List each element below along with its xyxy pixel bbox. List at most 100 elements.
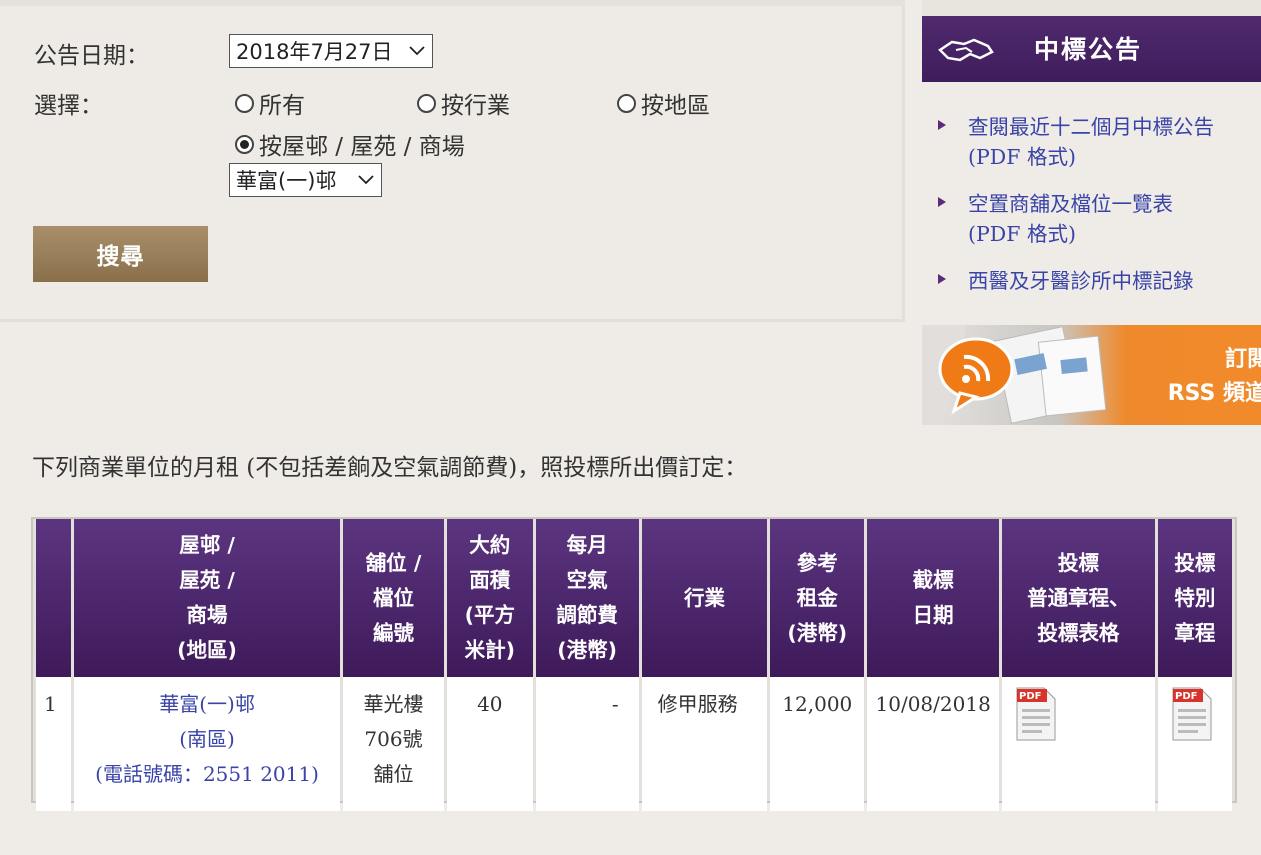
top-strip <box>0 0 905 6</box>
svg-text:PDF: PDF <box>1019 691 1041 702</box>
estate-link[interactable]: 華富(一)邨 <box>75 687 339 722</box>
header-no <box>36 519 72 677</box>
header-estate-line: 屋邨 / <box>179 533 235 557</box>
intro-text: 下列商業單位的月租 (不包括差餉及空氣調節費)，照投標所出價訂定： <box>32 455 748 481</box>
radio-estate[interactable]: 按屋邨 / 屋苑 / 商場 <box>235 127 465 161</box>
header-area: 大約 面積 (平方 米計) <box>447 519 533 677</box>
radio-all[interactable]: 所有 <box>235 86 305 120</box>
header-general-line: 普通章程、 <box>1027 585 1130 610</box>
header-special-line: 投標 <box>1174 550 1216 575</box>
sidebar-link-vacant-shops-line2: (PDF 格式) <box>968 222 1076 246</box>
sidebar-link-vacant-shops[interactable]: 空置商舖及檔位一覽表 (PDF 格式) <box>938 189 1173 249</box>
radio-estate-circle[interactable] <box>235 134 254 154</box>
header-area-line: 大約 <box>469 533 511 557</box>
header-rent: 參考 租金 (港幣) <box>770 519 865 677</box>
header-estate-line: 屋苑 / <box>179 568 235 592</box>
header-closing-line: 截標 <box>912 568 954 592</box>
date-select[interactable]: 2018年7月27日 <box>229 34 433 68</box>
pdf-icon[interactable]: PDF <box>1172 687 1212 741</box>
radio-trade[interactable]: 按行業 <box>417 86 510 120</box>
chevron-down-icon <box>409 46 425 56</box>
header-general-line: 投標表格 <box>1037 620 1120 645</box>
sidebar-header: 中標公告 <box>922 16 1261 82</box>
header-closing-line: 日期 <box>912 603 954 627</box>
cell-rent: 12,000 <box>770 677 865 811</box>
triangle-right-icon <box>938 274 946 284</box>
radio-district-circle[interactable] <box>617 93 636 113</box>
handshake-icon <box>938 38 994 62</box>
header-general-conditions: 投標 普通章程、 投標表格 <box>1002 519 1155 677</box>
header-shop-line: 檔位 <box>373 585 414 610</box>
pdf-icon[interactable]: PDF <box>1016 687 1056 741</box>
header-estate-line: (地區) <box>177 638 237 662</box>
sidebar-link-vacant-shops-line1: 空置商舖及檔位一覽表 <box>968 192 1173 216</box>
radio-district[interactable]: 按地區 <box>617 86 710 120</box>
estate-select-value: 華富(一)邨 <box>236 169 337 193</box>
cell-special-pdf: PDF <box>1157 677 1232 811</box>
sidebar-link-clinic-records-line1: 西醫及牙醫診所中標記錄 <box>968 269 1194 293</box>
sidebar-link-12-months-line2: (PDF 格式) <box>968 145 1076 169</box>
triangle-right-icon <box>938 197 946 207</box>
radio-trade-label: 按行業 <box>441 93 510 119</box>
header-estate-line: 商場 <box>186 603 228 627</box>
radio-all-label: 所有 <box>259 93 305 119</box>
shop-line: 706號 <box>364 727 423 751</box>
sidebar-link-clinic-records[interactable]: 西醫及牙醫診所中標記錄 <box>938 266 1194 296</box>
radio-all-circle[interactable] <box>235 93 254 113</box>
svg-text:PDF: PDF <box>1175 691 1197 702</box>
header-rent-line: 租金 <box>796 585 838 610</box>
table-header-row: 屋邨 / 屋苑 / 商場 (地區) 舖位 / 檔位 編號 大約 面積 (平方 米… <box>36 519 1232 677</box>
rss-line1: 訂閱 <box>1224 347 1261 372</box>
header-trade: 行業 <box>641 519 768 677</box>
header-ac-line: 空氣 <box>566 568 608 592</box>
rss-line2: RSS 頻道 <box>1167 381 1261 406</box>
header-rent-line: 參考 <box>796 550 838 575</box>
header-ac-line: 每月 <box>566 533 608 557</box>
select-label: 選擇： <box>34 93 103 119</box>
header-ac-line: 調節費 <box>556 603 618 627</box>
radio-estate-label: 按屋邨 / 屋苑 / 商場 <box>259 134 465 160</box>
header-area-line: (平方 <box>464 603 515 627</box>
header-estate: 屋邨 / 屋苑 / 商場 (地區) <box>74 519 340 677</box>
header-shop-no: 舖位 / 檔位 編號 <box>343 519 445 677</box>
header-trade-line: 行業 <box>684 585 726 610</box>
sidebar-link-12-months[interactable]: 查閱最近十二個月中標公告 (PDF 格式) <box>938 112 1214 172</box>
date-label: 公告日期： <box>34 43 149 69</box>
header-area-line: 面積 <box>469 568 511 592</box>
header-ac-line: (港幣) <box>557 638 617 662</box>
search-button[interactable]: 搜尋 <box>33 226 208 282</box>
cell-general-pdf: PDF <box>1002 677 1155 811</box>
radio-district-label: 按地區 <box>641 93 710 119</box>
header-special-line: 特別 <box>1174 585 1216 610</box>
sidebar-link-12-months-line1: 查閱最近十二個月中標公告 <box>968 115 1214 139</box>
header-special-conditions: 投標 特別 章程 <box>1157 519 1232 677</box>
cell-estate: 華富(一)邨 (南區) (電話號碼：2551 2011) <box>74 677 340 811</box>
sidebar-title: 中標公告 <box>1034 35 1143 64</box>
cell-shop-no: 華光樓 706號 舖位 <box>343 677 445 811</box>
date-select-value: 2018年7月27日 <box>236 40 393 64</box>
header-closing-date: 截標 日期 <box>867 519 1000 677</box>
header-ac-fee: 每月 空氣 調節費 (港幣) <box>535 519 639 677</box>
shop-line: 舖位 <box>373 762 414 786</box>
rss-banner[interactable]: 訂閱 RSS 頻道 <box>922 325 1261 425</box>
phone-link[interactable]: (電話號碼：2551 2011) <box>75 757 339 792</box>
award-notice-sidebar: 中標公告 查閱最近十二個月中標公告 (PDF 格式) 空置商舖及檔位一覽表 (P… <box>922 0 1261 322</box>
header-shop-line: 編號 <box>373 620 414 645</box>
sidebar-top-strip <box>922 0 1261 16</box>
cell-area: 40 <box>447 677 533 811</box>
chevron-down-icon <box>358 175 374 185</box>
cell-ac-fee: - <box>535 677 639 811</box>
header-rent-line: (港幣) <box>787 620 848 645</box>
estate-select[interactable]: 華富(一)邨 <box>229 163 382 197</box>
district-link[interactable]: (南區) <box>75 722 339 757</box>
cell-trade: 修甲服務 <box>641 677 768 811</box>
results-table: 屋邨 / 屋苑 / 商場 (地區) 舖位 / 檔位 編號 大約 面積 (平方 米… <box>31 517 1237 811</box>
header-general-line: 投標 <box>1057 550 1099 575</box>
header-shop-line: 舖位 / <box>365 550 422 575</box>
search-panel: 公告日期： 2018年7月27日 選擇： 所有 按行業 按地區 按屋邨 / 屋苑… <box>0 0 905 322</box>
rss-icon <box>938 337 1014 415</box>
table-row: 1 華富(一)邨 (南區) (電話號碼：2551 2011) 華光樓 706號 … <box>36 677 1232 811</box>
triangle-right-icon <box>938 120 946 130</box>
radio-trade-circle[interactable] <box>417 93 436 113</box>
cell-closing-date: 10/08/2018 <box>867 677 1000 811</box>
